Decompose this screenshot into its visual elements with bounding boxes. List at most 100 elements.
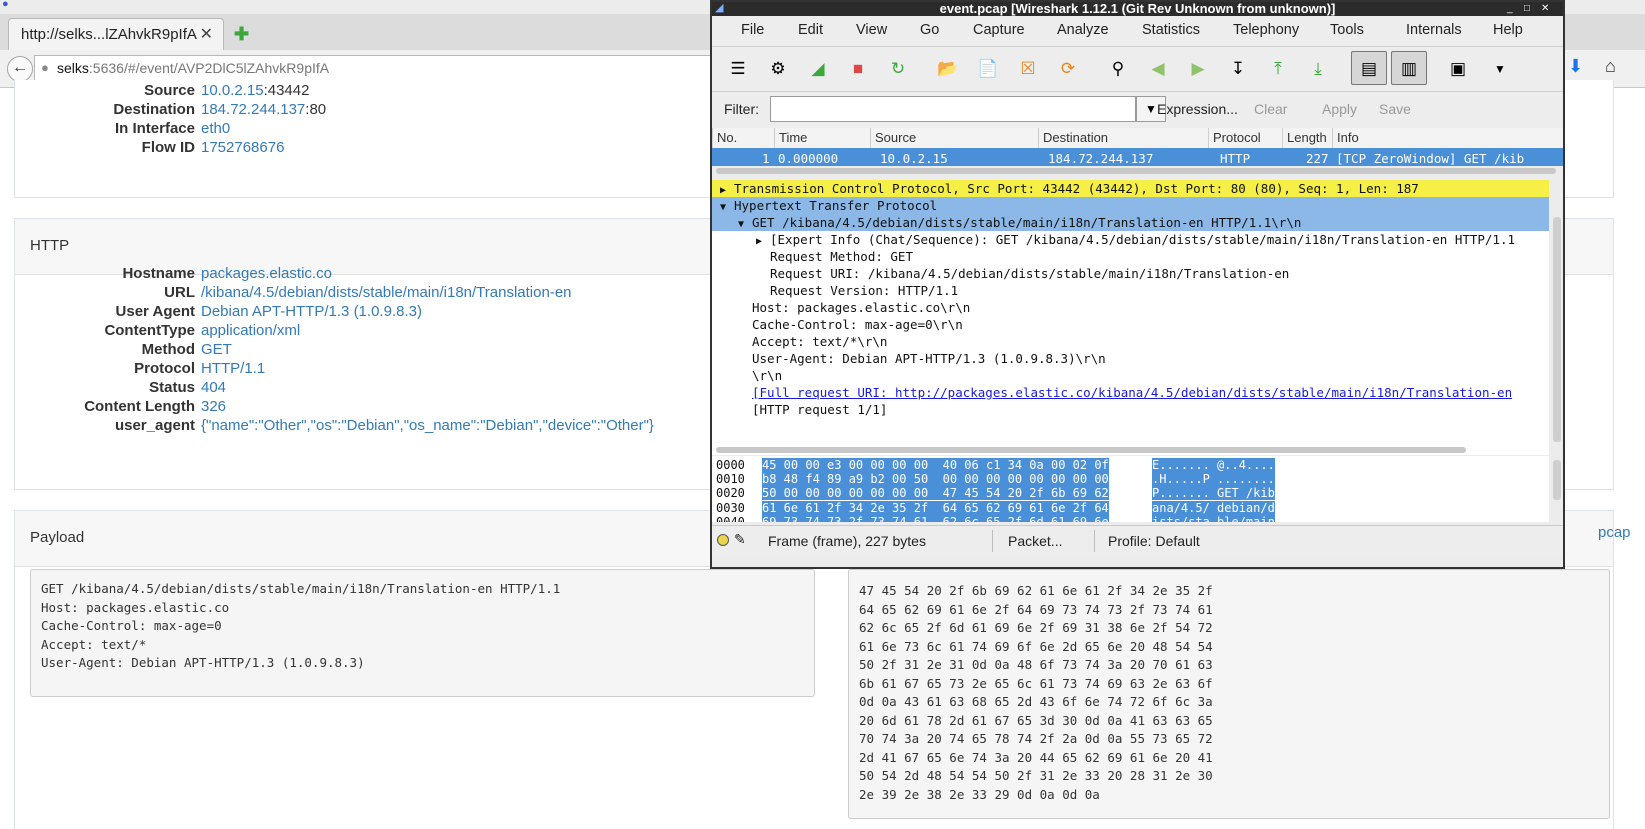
- menu-view[interactable]: View: [856, 22, 887, 38]
- column-header[interactable]: No.: [712, 128, 737, 148]
- go-last-packet-icon[interactable]: ⤓: [1306, 57, 1330, 81]
- url-bar[interactable]: ● selks:5636/#/event/AVP2DlC5lZAhvkR9pIf…: [34, 55, 714, 81]
- minimize-icon[interactable]: _: [1507, 2, 1513, 15]
- http-value[interactable]: 326: [201, 398, 226, 415]
- status-packets[interactable]: Packet...: [1008, 533, 1062, 549]
- menu-internals[interactable]: Internals: [1406, 22, 1462, 38]
- bytes-scrollbar[interactable]: [1553, 460, 1561, 500]
- reload-icon[interactable]: ⟳: [1056, 57, 1080, 81]
- tree-node[interactable]: ▼ Hypertext Transfer Protocol: [712, 197, 1549, 214]
- interfaces-icon[interactable]: ☰: [726, 57, 750, 81]
- tree-node[interactable]: Request Method: GET: [712, 248, 1549, 265]
- find-packet-icon[interactable]: ⚲: [1106, 57, 1130, 81]
- flow-value[interactable]: 10.0.2.15:43442: [201, 82, 309, 99]
- menu-file[interactable]: File: [741, 22, 764, 38]
- hex-bytes[interactable]: b8 48 f4 89 a9 b2 00 50 00 00 00 00 00 0…: [762, 472, 1109, 487]
- tree-node[interactable]: Accept: text/*\r\n: [712, 333, 1549, 350]
- column-header[interactable]: Source: [870, 128, 916, 148]
- save-file-icon[interactable]: 📄: [976, 57, 1000, 81]
- hex-bytes[interactable]: 45 00 00 e3 00 00 00 00 40 06 c1 34 0a 0…: [762, 458, 1109, 472]
- maximize-icon[interactable]: □: [1524, 2, 1530, 15]
- flow-value-main: 1752768676: [201, 139, 285, 156]
- tree-node[interactable]: \r\n: [712, 367, 1549, 384]
- column-header[interactable]: Protocol: [1208, 128, 1261, 148]
- menu-capture[interactable]: Capture: [973, 22, 1025, 38]
- flow-value[interactable]: eth0: [201, 120, 230, 137]
- column-header[interactable]: Time: [774, 128, 807, 148]
- column-header[interactable]: Length: [1282, 128, 1327, 148]
- tree-node[interactable]: ▶ Transmission Control Protocol, Src Port…: [712, 180, 1549, 197]
- auto-scroll-toggle-icon[interactable]: ▥: [1391, 51, 1427, 85]
- start-capture-icon[interactable]: ◢: [806, 57, 830, 81]
- hex-ascii[interactable]: ana/4.5/ debian/d: [1152, 500, 1275, 515]
- hex-ascii[interactable]: P....... GET /kib: [1152, 486, 1275, 501]
- tree-node[interactable]: Host: packages.elastic.co\r\n: [712, 299, 1549, 316]
- tree-node[interactable]: Request Version: HTTP/1.1: [712, 282, 1549, 299]
- new-tab-icon[interactable]: ✚: [234, 24, 249, 45]
- menu-statistics[interactable]: Statistics: [1142, 22, 1200, 38]
- hex-ascii[interactable]: E....... @..4....: [1152, 458, 1275, 472]
- tree-node[interactable]: Cache-Control: max-age=0\r\n: [712, 316, 1549, 333]
- close-icon[interactable]: ✕: [1541, 2, 1549, 15]
- http-value[interactable]: GET: [201, 341, 232, 358]
- hex-bytes[interactable]: 50 00 00 00 00 00 00 00 47 45 54 20 2f 6…: [762, 486, 1109, 501]
- go-first-packet-icon[interactable]: ⤒: [1266, 57, 1290, 81]
- back-arrow-icon[interactable]: ←: [7, 56, 33, 82]
- home-icon[interactable]: ⌂: [1605, 56, 1616, 77]
- menu-tools[interactable]: Tools: [1330, 22, 1364, 38]
- capture-options-icon[interactable]: ⚙: [766, 57, 790, 81]
- http-value[interactable]: Debian APT-HTTP/1.3 (1.0.9.8.3): [201, 303, 422, 320]
- browser-tab[interactable]: http://selks...lZAhvkR9pIfA ✕: [8, 18, 224, 50]
- go-back-icon[interactable]: ◀: [1146, 57, 1170, 81]
- filter-clear-button[interactable]: Clear: [1254, 101, 1287, 117]
- close-file-icon[interactable]: ☒: [1016, 57, 1040, 81]
- tree-node[interactable]: [HTTP request 1/1]: [712, 401, 1549, 418]
- packet-list-scrollbar[interactable]: [716, 168, 1556, 174]
- tree-node[interactable]: ▶ [Expert Info (Chat/Sequence): GET /kiba…: [712, 231, 1549, 248]
- packet-list-row[interactable]: 1 0.000000 10.0.2.15 184.72.244.137 HTTP…: [712, 148, 1563, 166]
- tree-node[interactable]: ▼ GET /kibana/4.5/debian/dists/stable/mai…: [712, 214, 1549, 231]
- hex-ascii[interactable]: ists/sta ble/main: [1152, 514, 1275, 522]
- capture-comment-icon[interactable]: ✎: [734, 531, 746, 548]
- details-h-scrollbar[interactable]: [716, 447, 1466, 453]
- details-scrollbar[interactable]: [1553, 217, 1561, 442]
- zoom-icon[interactable]: ▣: [1446, 57, 1470, 81]
- flow-value[interactable]: 184.72.244.137:80: [201, 101, 326, 118]
- restart-capture-icon[interactable]: ↻: [886, 57, 910, 81]
- colorize-toggle-icon[interactable]: ▤: [1351, 51, 1387, 85]
- hex-ascii[interactable]: .H.....P ........: [1152, 472, 1275, 487]
- tree-node[interactable]: Request URI: /kibana/4.5/debian/dists/st…: [712, 265, 1549, 282]
- stop-capture-icon[interactable]: ■: [846, 57, 870, 81]
- menu-help[interactable]: Help: [1493, 22, 1523, 38]
- http-value[interactable]: /kibana/4.5/debian/dists/stable/main/i18…: [201, 284, 572, 301]
- column-header[interactable]: Destination: [1038, 128, 1108, 148]
- filter-expression-button[interactable]: Expression...: [1157, 101, 1238, 117]
- filter-apply-button[interactable]: Apply: [1322, 101, 1357, 117]
- filter-input[interactable]: [770, 96, 1136, 122]
- download-arrow-icon[interactable]: ⬇: [1568, 56, 1583, 77]
- column-header[interactable]: Info: [1332, 128, 1359, 148]
- pcap-download-link[interactable]: pcap: [1598, 524, 1631, 541]
- http-value[interactable]: {"name":"Other","os":"Debian","os_name":…: [201, 417, 654, 434]
- http-value[interactable]: HTTP/1.1: [201, 360, 265, 377]
- http-value[interactable]: 404: [201, 379, 226, 396]
- hex-bytes[interactable]: 69 73 74 73 2f 73 74 61 62 6c 65 2f 6d 6…: [762, 514, 1109, 522]
- filter-save-button[interactable]: Save: [1379, 101, 1411, 117]
- menu-analyze[interactable]: Analyze: [1057, 22, 1109, 38]
- open-file-icon[interactable]: 📂: [936, 57, 960, 81]
- hex-bytes[interactable]: 61 6e 61 2f 34 2e 35 2f 64 65 62 69 61 6…: [762, 500, 1109, 515]
- menu-telephony[interactable]: Telephony: [1233, 22, 1299, 38]
- tree-node[interactable]: User-Agent: Debian APT-HTTP/1.3 (1.0.9.8…: [712, 350, 1549, 367]
- tree-node[interactable]: [Full request URI: http://packages.elast…: [712, 384, 1549, 401]
- menu-go[interactable]: Go: [920, 22, 939, 38]
- status-profile[interactable]: Profile: Default: [1108, 533, 1200, 549]
- menu-edit[interactable]: Edit: [798, 22, 823, 38]
- http-value[interactable]: packages.elastic.co: [201, 265, 332, 282]
- go-forward-icon[interactable]: ▶: [1186, 57, 1210, 81]
- flow-value[interactable]: 1752768676: [201, 139, 284, 156]
- toolbar-more-icon[interactable]: ▼: [1488, 57, 1512, 81]
- tab-close-icon[interactable]: ✕: [200, 24, 213, 44]
- go-to-packet-icon[interactable]: ↧: [1226, 57, 1250, 81]
- http-value[interactable]: application/xml: [201, 322, 300, 339]
- expert-info-icon[interactable]: [717, 534, 729, 546]
